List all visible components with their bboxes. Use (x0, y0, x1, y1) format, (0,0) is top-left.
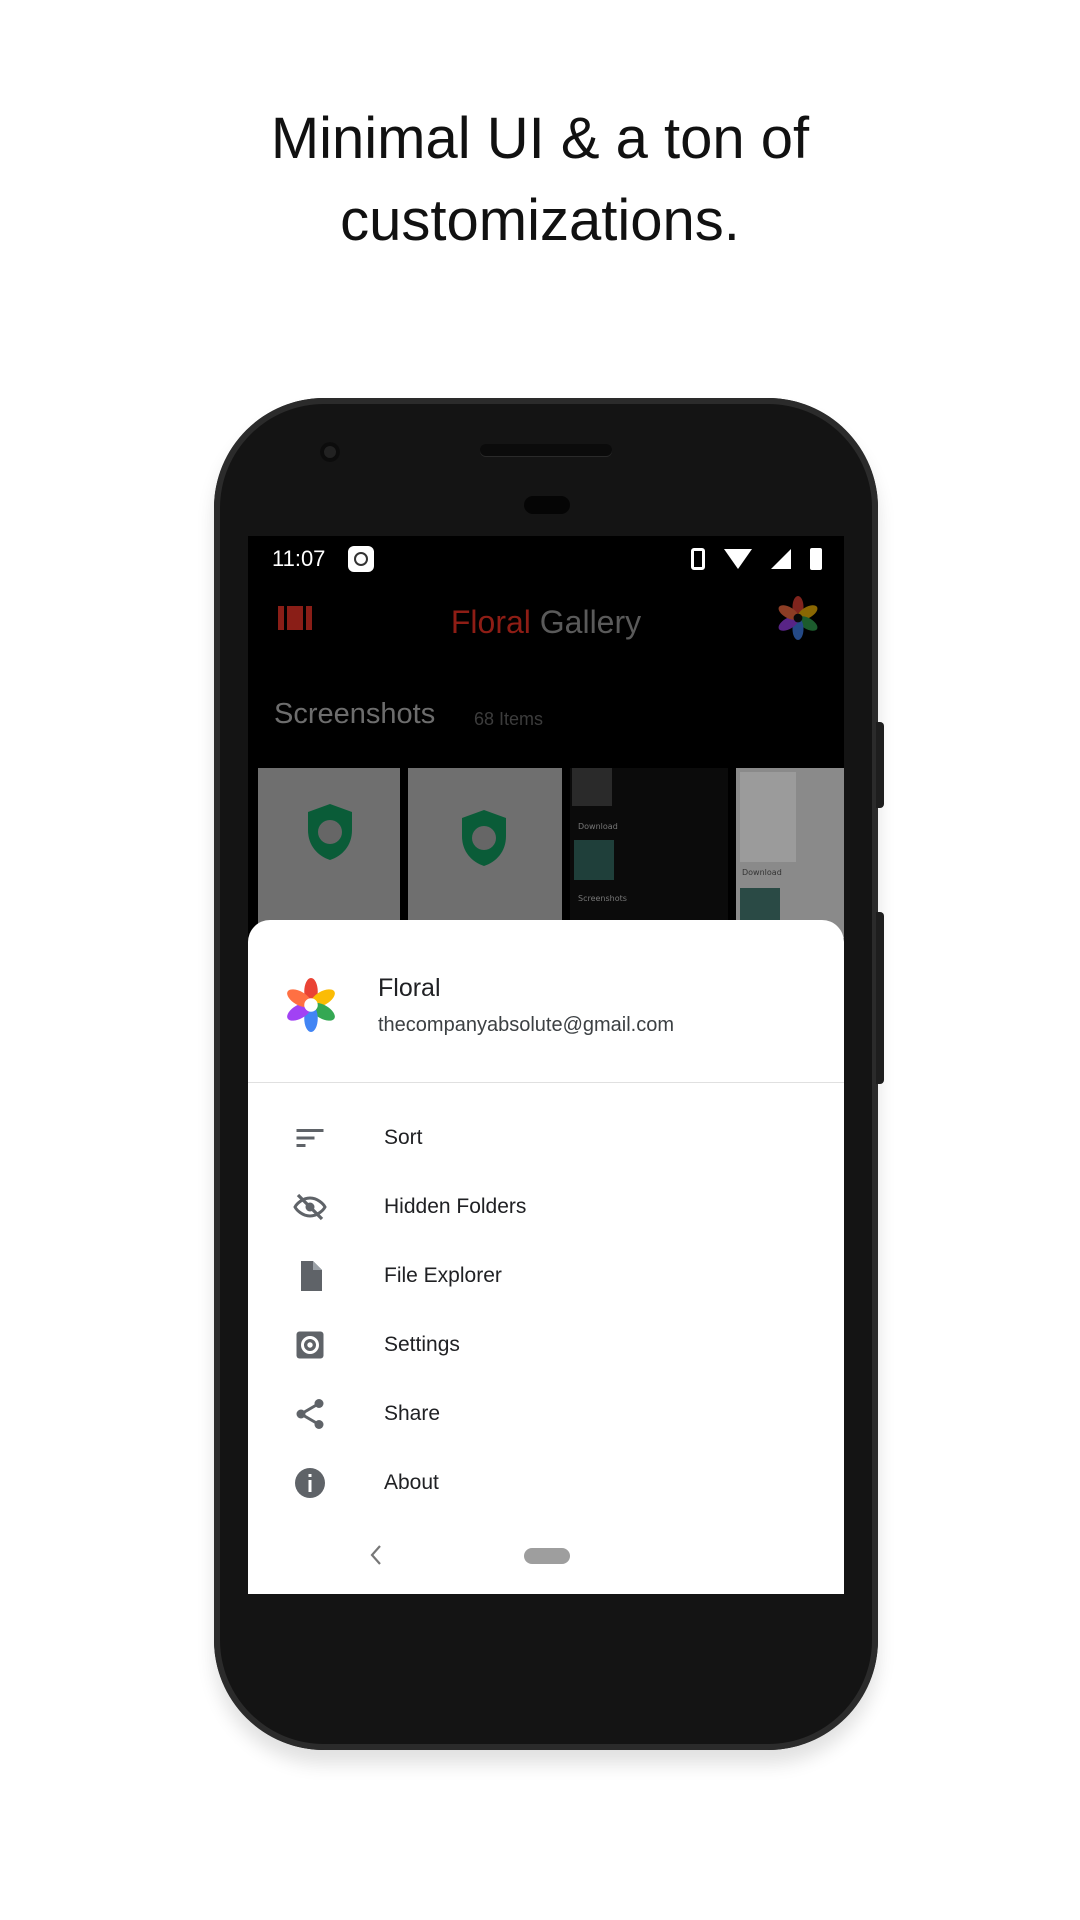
info-icon (295, 1468, 325, 1498)
battery-icon (810, 548, 822, 570)
power-button (876, 722, 884, 808)
settings-icon (296, 1331, 324, 1359)
menu-item-about[interactable]: About (248, 1449, 844, 1518)
thumbnail-screen (740, 772, 796, 862)
album-count: 68 Items (474, 709, 544, 729)
menu-item-file-explorer[interactable]: File Explorer (248, 1242, 844, 1311)
thumbnail-image (574, 840, 614, 880)
floral-logo-icon[interactable] (776, 596, 820, 640)
app-title-gallery: Gallery (539, 604, 642, 640)
status-icons (679, 546, 822, 572)
thumbnail[interactable] (408, 768, 562, 938)
earpiece-speaker (480, 444, 612, 456)
proximity-sensor (524, 496, 570, 514)
eye-off-icon (293, 1193, 327, 1221)
file-icon (301, 1261, 322, 1291)
account-email: thecompanyabsolute@gmail.com (378, 1014, 675, 1036)
status-time: 11:07 (272, 546, 326, 571)
menu-item-hidden-folders[interactable]: Hidden Folders (248, 1173, 844, 1242)
divider (248, 1082, 844, 1083)
menu-item-share[interactable]: Share (248, 1380, 844, 1449)
floral-logo-icon (287, 978, 335, 1032)
vibrate-icon (691, 548, 705, 570)
home-pill[interactable] (524, 1548, 570, 1564)
menu-item-label: File Explorer (384, 1264, 502, 1287)
app-title-floral: Floral (450, 604, 531, 640)
menu-item-label: Share (384, 1402, 441, 1425)
menu-item-settings[interactable]: Settings (248, 1311, 844, 1380)
wifi-icon (724, 549, 752, 569)
shield-check-icon (462, 810, 506, 866)
sort-icon (296, 1129, 324, 1147)
navigation-bar (248, 1532, 844, 1582)
status-bar: 11:07 (248, 536, 844, 584)
app-title: Floral Gallery (248, 604, 844, 641)
account-name: Floral (378, 974, 441, 1002)
app-bar: Floral Gallery (248, 584, 844, 666)
back-icon[interactable] (364, 1540, 388, 1570)
headline: Minimal UI & a ton of customizations. (0, 98, 1080, 262)
menu-item-label: About (384, 1471, 439, 1494)
shield-check-icon (308, 804, 352, 860)
thumbnail-caption-download: Download (742, 868, 782, 877)
album-title: Screenshots (274, 698, 436, 730)
notification-badge-icon (348, 546, 374, 572)
front-camera (320, 442, 340, 462)
thumbnail[interactable] (258, 768, 400, 938)
thumbnail-caption-download: Download (578, 822, 618, 831)
menu-item-label: Sort (384, 1126, 423, 1149)
thumbnail[interactable]: Download (736, 768, 844, 938)
thumbnail-caption-screenshots: Screenshots (578, 894, 627, 903)
share-icon (296, 1399, 324, 1429)
phone-screen: 11:07 Floral Gallery Screenshots 68 Item… (248, 536, 844, 1594)
menu-item-sort[interactable]: Sort (248, 1104, 844, 1173)
volume-button (876, 912, 884, 1084)
thumbnail[interactable]: Download Screenshots (570, 768, 728, 938)
menu-item-label: Settings (384, 1333, 460, 1356)
headline-line-1: Minimal UI & a ton of (270, 106, 810, 171)
menu-item-label: Hidden Folders (384, 1195, 527, 1218)
signal-icon (771, 549, 791, 569)
bottom-sheet: Floral thecompanyabsolute@gmail.com Sort… (248, 920, 844, 1594)
headline-line-2: customizations. (340, 188, 740, 253)
thumbnail-strip (572, 768, 612, 806)
